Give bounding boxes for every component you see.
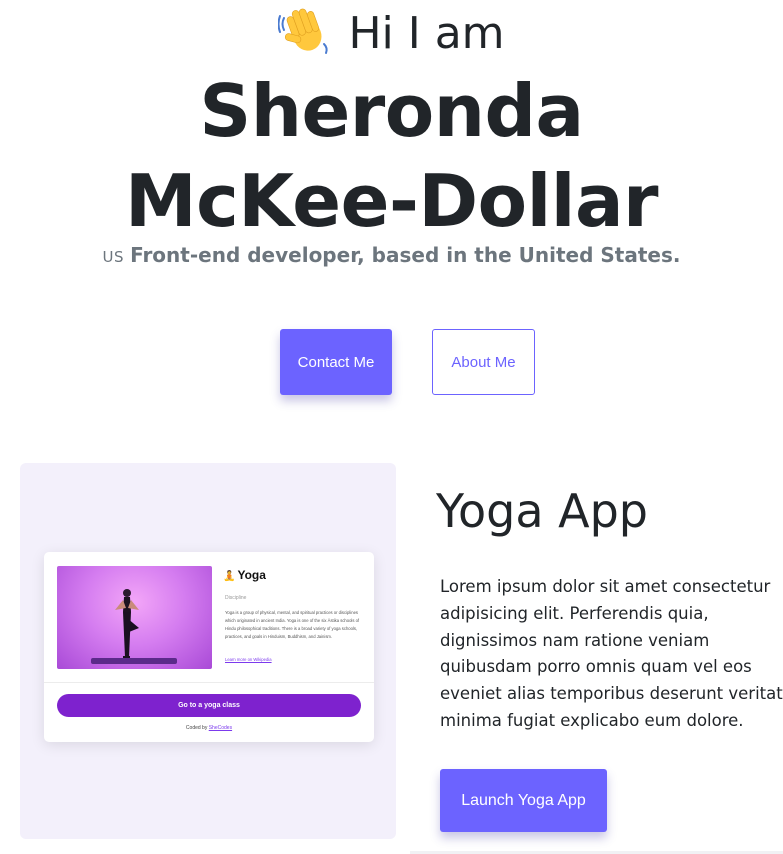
project-description: Lorem ipsum dolor sit amet consectetur a… — [440, 574, 783, 735]
project-preview-panel: 🧘 Yoga Discipline Yoga is a group of phys… — [20, 463, 396, 839]
yoga-credit-brand: SheCodes — [208, 725, 233, 731]
name-line-first: Sheronda — [199, 69, 584, 153]
project-description-line: dignissimos nam ratione veniam — [440, 630, 710, 650]
project-description-line: adipisicing elit. Perferendis quia, — [440, 603, 709, 623]
project-description-line: Lorem ipsum dolor sit amet consectetur — [440, 577, 771, 596]
yoga-pose-figure — [115, 589, 139, 658]
project-description-line: eveniet alias temporibus deserunt verita… — [440, 684, 783, 704]
greeting-heading: Hi I am — [0, 4, 783, 62]
yoga-card-title: 🧘 Yoga — [223, 568, 266, 582]
waving-hand-icon — [277, 4, 334, 56]
us-flag-icon: US — [102, 248, 125, 266]
project-title: Yoga App — [436, 484, 649, 538]
yoga-discipline-label: Discipline — [225, 595, 247, 601]
yoga-app-screenshot: 🧘 Yoga Discipline Yoga is a group of phys… — [44, 552, 374, 742]
yoga-card-divider — [44, 682, 374, 683]
contact-me-button[interactable]: Contact Me — [280, 329, 392, 395]
name-line-last: McKee-Dollar — [124, 159, 659, 243]
yoga-class-button: Go to a yoga class — [57, 694, 361, 717]
about-me-button[interactable]: About Me — [432, 329, 535, 395]
yoga-card-title-text: Yoga — [237, 568, 266, 582]
tagline-text: Front-end developer, based in the United… — [130, 243, 681, 267]
yoga-credit-prefix: Coded by — [185, 725, 208, 731]
yoga-photo — [57, 566, 212, 669]
yoga-credit: Coded by SheCodes — [44, 725, 374, 731]
yoga-wikipedia-link: Learn more on Wikipedia — [225, 657, 272, 662]
meditation-icon: 🧘 — [223, 571, 236, 582]
launch-yoga-app-button[interactable]: Launch Yoga App — [440, 769, 607, 832]
developer-name: Sheronda McKee-Dollar — [0, 66, 783, 246]
greeting-text: Hi I am — [348, 8, 505, 59]
project-description-line: minima fugiat explicabo eum dolore. — [440, 710, 744, 730]
yoga-description: Yoga is a group of physical, mental, and… — [225, 610, 360, 639]
project-description-line: quibusdam porro omnis quam vel eos — [440, 657, 752, 677]
tagline: US Front-end developer, based in the Unit… — [0, 240, 783, 272]
